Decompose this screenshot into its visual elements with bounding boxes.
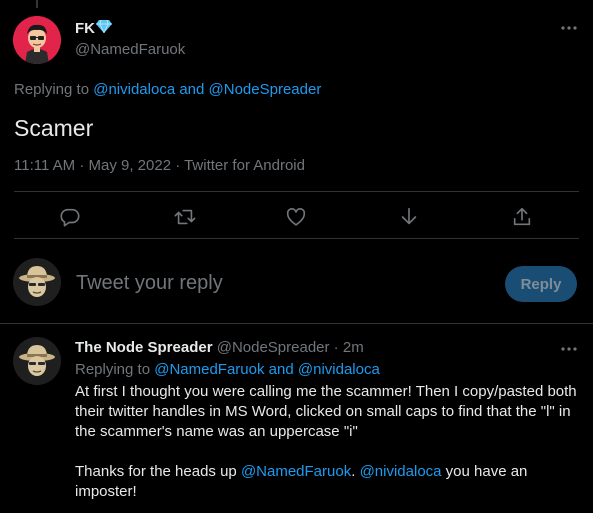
mention-link[interactable]: @nividaloca [93, 81, 175, 98]
replying-prefix: Replying to [75, 361, 155, 378]
author-name[interactable]: FK [75, 20, 95, 37]
reply-paragraph: At first I thought you were calling me t… [75, 383, 577, 440]
thread-line [36, 0, 38, 8]
mention-link[interactable]: @NamedFaruok [241, 463, 351, 480]
retweet-icon[interactable] [174, 206, 196, 228]
replying-and[interactable]: and [175, 81, 208, 98]
tweet-action-bar [14, 193, 579, 238]
divider [0, 323, 593, 324]
more-options-icon[interactable] [559, 18, 579, 38]
divider [14, 238, 579, 239]
like-icon[interactable] [285, 206, 307, 228]
reply-paragraph: Thanks for the heads up @NamedFaruok. @n… [75, 462, 585, 502]
reply-header: The Node Spreader @NodeSpreader · 2m [75, 339, 364, 356]
replying-prefix: Replying to [14, 81, 94, 98]
reply-author-handle[interactable]: @NodeSpreader [217, 339, 330, 356]
reply-input[interactable] [76, 270, 436, 297]
user-avatar[interactable] [13, 258, 61, 306]
share-icon[interactable] [511, 206, 533, 228]
replying-to-line: Replying to @NamedFaruok and @nividaloca [75, 361, 380, 378]
author-handle[interactable]: @NamedFaruok [75, 41, 185, 58]
mention-link[interactable]: @nividaloca [298, 361, 380, 378]
tweet-source[interactable]: Twitter for Android [184, 157, 305, 174]
reply-button[interactable]: Reply [505, 266, 577, 302]
tweet-timestamp[interactable]: 11:11 AM · May 9, 2022 · [14, 157, 184, 174]
replying-to-line: Replying to @nividaloca and @NodeSpreade… [14, 81, 321, 98]
more-options-icon[interactable] [559, 339, 579, 359]
tweet-meta: 11:11 AM · May 9, 2022 · Twitter for And… [14, 157, 305, 174]
reply-author-avatar[interactable] [13, 337, 61, 385]
avatar-hat-face-icon [13, 337, 61, 385]
reply-time[interactable]: · 2m [330, 339, 364, 356]
replying-and[interactable]: and [265, 361, 298, 378]
avatar-cartoon-icon [13, 16, 61, 64]
text-fragment: Thanks for the heads up [75, 463, 241, 480]
reply-icon[interactable] [59, 206, 81, 228]
mention-link[interactable]: @NodeSpreader [209, 81, 322, 98]
downvote-icon[interactable] [398, 206, 420, 228]
reply-text: At first I thought you were calling me t… [75, 382, 585, 502]
mention-link[interactable]: @NamedFaruok [154, 361, 264, 378]
text-fragment: . [351, 463, 360, 480]
avatar-hat-face-icon [13, 258, 61, 306]
reply-author-name[interactable]: The Node Spreader [75, 339, 213, 356]
divider [14, 191, 579, 192]
tweet-text: Scamer [14, 115, 94, 141]
mention-link[interactable]: @nividaloca [360, 463, 442, 480]
gem-icon [96, 19, 112, 38]
author-avatar[interactable] [13, 16, 61, 64]
